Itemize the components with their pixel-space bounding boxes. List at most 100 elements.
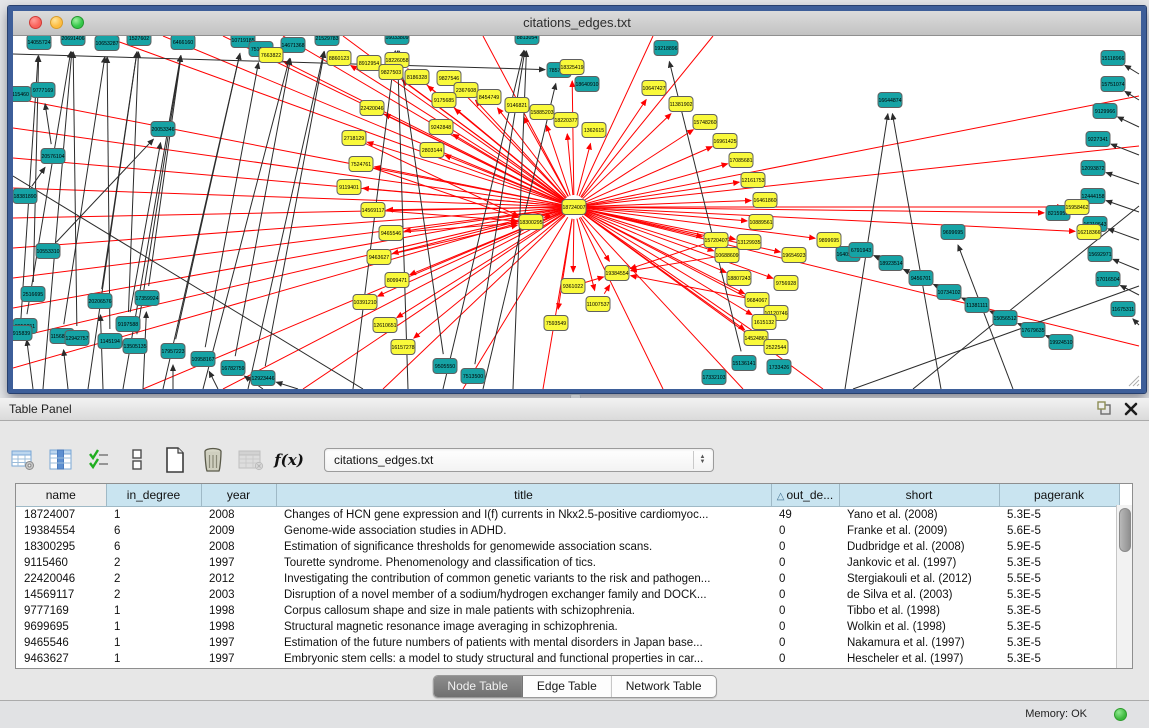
table-row[interactable]: 1872400712008Changes of HCN gene express… <box>16 507 1119 524</box>
column-visibility-button[interactable] <box>48 447 74 473</box>
new-table-button[interactable] <box>162 447 188 473</box>
table-cell[interactable]: 2 <box>106 571 201 587</box>
graph-node[interactable]: 16218366 <box>1077 225 1101 240</box>
graph-node[interactable]: 17332103 <box>702 370 726 385</box>
graph-node[interactable]: 8099471 <box>385 273 409 288</box>
table-row[interactable]: 946554611997Estimation of the future num… <box>16 635 1119 651</box>
table-cell[interactable]: 5.3E-5 <box>999 507 1119 524</box>
column-header-out_de[interactable]: △out_de... <box>771 484 839 507</box>
graph-node[interactable]: 1733426 <box>767 360 791 375</box>
graph-node[interactable]: 20053346 <box>151 122 175 137</box>
table-cell[interactable]: 1998 <box>201 603 276 619</box>
table-cell[interactable]: 0 <box>771 635 839 651</box>
graph-node[interactable]: 10958167 <box>191 352 215 367</box>
graph-node[interactable]: 19654923 <box>782 248 806 263</box>
graph-node[interactable]: 9129966 <box>1093 104 1117 119</box>
graph-node[interactable]: 13505135 <box>123 339 147 354</box>
row-selection-button[interactable] <box>86 447 112 473</box>
table-vertical-scrollbar[interactable] <box>1116 505 1132 669</box>
graph-node[interactable]: 21529783 <box>315 36 339 46</box>
graph-node[interactable]: 17359924 <box>135 291 159 306</box>
table-cell[interactable]: 1 <box>106 635 201 651</box>
graph-node[interactable]: 12923446 <box>251 371 275 386</box>
table-cell[interactable]: 1997 <box>201 651 276 667</box>
table-cell[interactable]: Changes of HCN gene expression and I(f) … <box>276 507 771 524</box>
graph-node[interactable]: 2522544 <box>764 340 788 355</box>
column-header-short[interactable]: short <box>839 484 999 507</box>
graph-node[interactable]: 17957223 <box>161 344 185 359</box>
graph-node[interactable]: 15720407 <box>704 233 728 248</box>
table-cell[interactable]: 0 <box>771 619 839 635</box>
graph-node[interactable]: 18300295 <box>519 215 543 230</box>
graph-node[interactable]: 2803144 <box>420 143 444 158</box>
network-window-titlebar[interactable]: citations_edges.txt <box>13 11 1141 36</box>
graph-node[interactable]: 10688609 <box>715 248 739 263</box>
graph-node[interactable]: 15056512 <box>993 311 1017 326</box>
table-cell[interactable]: Investigating the contribution of common… <box>276 571 771 587</box>
graph-node[interactable]: 10889561 <box>749 215 773 230</box>
table-row[interactable]: 977716911998Corpus callosum shape and si… <box>16 603 1119 619</box>
table-cell[interactable]: 6 <box>106 539 201 555</box>
table-cell[interactable]: 1 <box>106 619 201 635</box>
graph-node[interactable]: 1362615 <box>582 123 606 138</box>
table-cell[interactable]: 22420046 <box>16 571 106 587</box>
network-canvas[interactable]: 1872400714055724206914061065328715276026… <box>13 36 1141 389</box>
graph-node[interactable]: 9175685 <box>432 93 456 108</box>
graph-node[interactable]: 18807243 <box>727 271 751 286</box>
table-cell[interactable]: 0 <box>771 651 839 667</box>
table-cell[interactable]: 9463627 <box>16 651 106 667</box>
graph-node[interactable]: 14671368 <box>281 38 305 53</box>
table-cell[interactable]: 2009 <box>201 523 276 539</box>
network-window[interactable]: citations_edges.txt 18724007140557242069… <box>8 6 1146 393</box>
graph-node[interactable]: 12610651 <box>373 318 397 333</box>
table-row[interactable]: 1938455462009Genome-wide association stu… <box>16 523 1119 539</box>
table-cell[interactable]: 1997 <box>201 555 276 571</box>
table-cell[interactable]: 18300295 <box>16 539 106 555</box>
graph-node[interactable]: 8860123 <box>327 51 351 66</box>
graph-node[interactable]: 10734102 <box>937 285 961 300</box>
float-panel-button[interactable] <box>1097 401 1113 417</box>
table-cell[interactable]: 1997 <box>201 635 276 651</box>
graph-node[interactable]: 9361022 <box>561 279 585 294</box>
table-cell[interactable]: 0 <box>771 603 839 619</box>
window-resize-grip[interactable] <box>1126 373 1140 387</box>
table-cell[interactable]: 49 <box>771 507 839 524</box>
table-cell[interactable]: 2008 <box>201 539 276 555</box>
scrollbar-thumb[interactable] <box>1119 508 1131 552</box>
graph-node[interactable]: 16157278 <box>391 340 415 355</box>
table-cell[interactable]: Wolkin et al. (1998) <box>839 619 999 635</box>
table-cell[interactable]: 9465546 <box>16 635 106 651</box>
table-cell[interactable]: 2008 <box>201 507 276 524</box>
graph-node[interactable]: 20691406 <box>61 36 85 46</box>
table-row[interactable]: 911546021997Tourette syndrome. Phenomeno… <box>16 555 1119 571</box>
table-cell[interactable]: de Silva et al. (2003) <box>839 587 999 603</box>
graph-node[interactable]: 18325419 <box>560 60 584 75</box>
table-row[interactable]: 2242004622012Investigating the contribut… <box>16 571 1119 587</box>
graph-node[interactable]: 7513500 <box>461 369 485 384</box>
graph-node[interactable]: 8912954 <box>357 56 381 71</box>
graph-node[interactable]: 3915839 <box>13 326 32 341</box>
graph-node[interactable]: 14055724 <box>27 36 51 50</box>
table-cell[interactable]: 5.9E-5 <box>999 539 1119 555</box>
graph-node[interactable]: 10391210 <box>353 295 377 310</box>
table-row[interactable]: 969969511998Structural magnetic resonanc… <box>16 619 1119 635</box>
graph-node[interactable]: 10647427 <box>642 81 666 96</box>
column-header-title[interactable]: title <box>276 484 771 507</box>
graph-node[interactable]: 6466160 <box>171 36 195 50</box>
table-cell[interactable]: 0 <box>771 523 839 539</box>
tab-network-table[interactable]: Network Table <box>612 676 716 697</box>
table-cell[interactable]: 2012 <box>201 571 276 587</box>
table-cell[interactable]: 1 <box>106 651 201 667</box>
minimize-window-button[interactable] <box>50 16 63 29</box>
graph-node[interactable]: 9505550 <box>433 359 457 374</box>
table-cell[interactable]: Jankovic et al. (1997) <box>839 555 999 571</box>
graph-node[interactable]: 2367608 <box>454 83 478 98</box>
table-cell[interactable]: 2 <box>106 555 201 571</box>
table-cell[interactable]: 9777169 <box>16 603 106 619</box>
table-cell[interactable]: Structural magnetic resonance image aver… <box>276 619 771 635</box>
graph-node[interactable]: 9115460 <box>13 87 31 102</box>
graph-node[interactable]: 9119401 <box>337 180 361 195</box>
delete-table-button[interactable] <box>200 447 226 473</box>
graph-node[interactable]: 9684067 <box>745 293 769 308</box>
table-cell[interactable]: 5.3E-5 <box>999 587 1119 603</box>
